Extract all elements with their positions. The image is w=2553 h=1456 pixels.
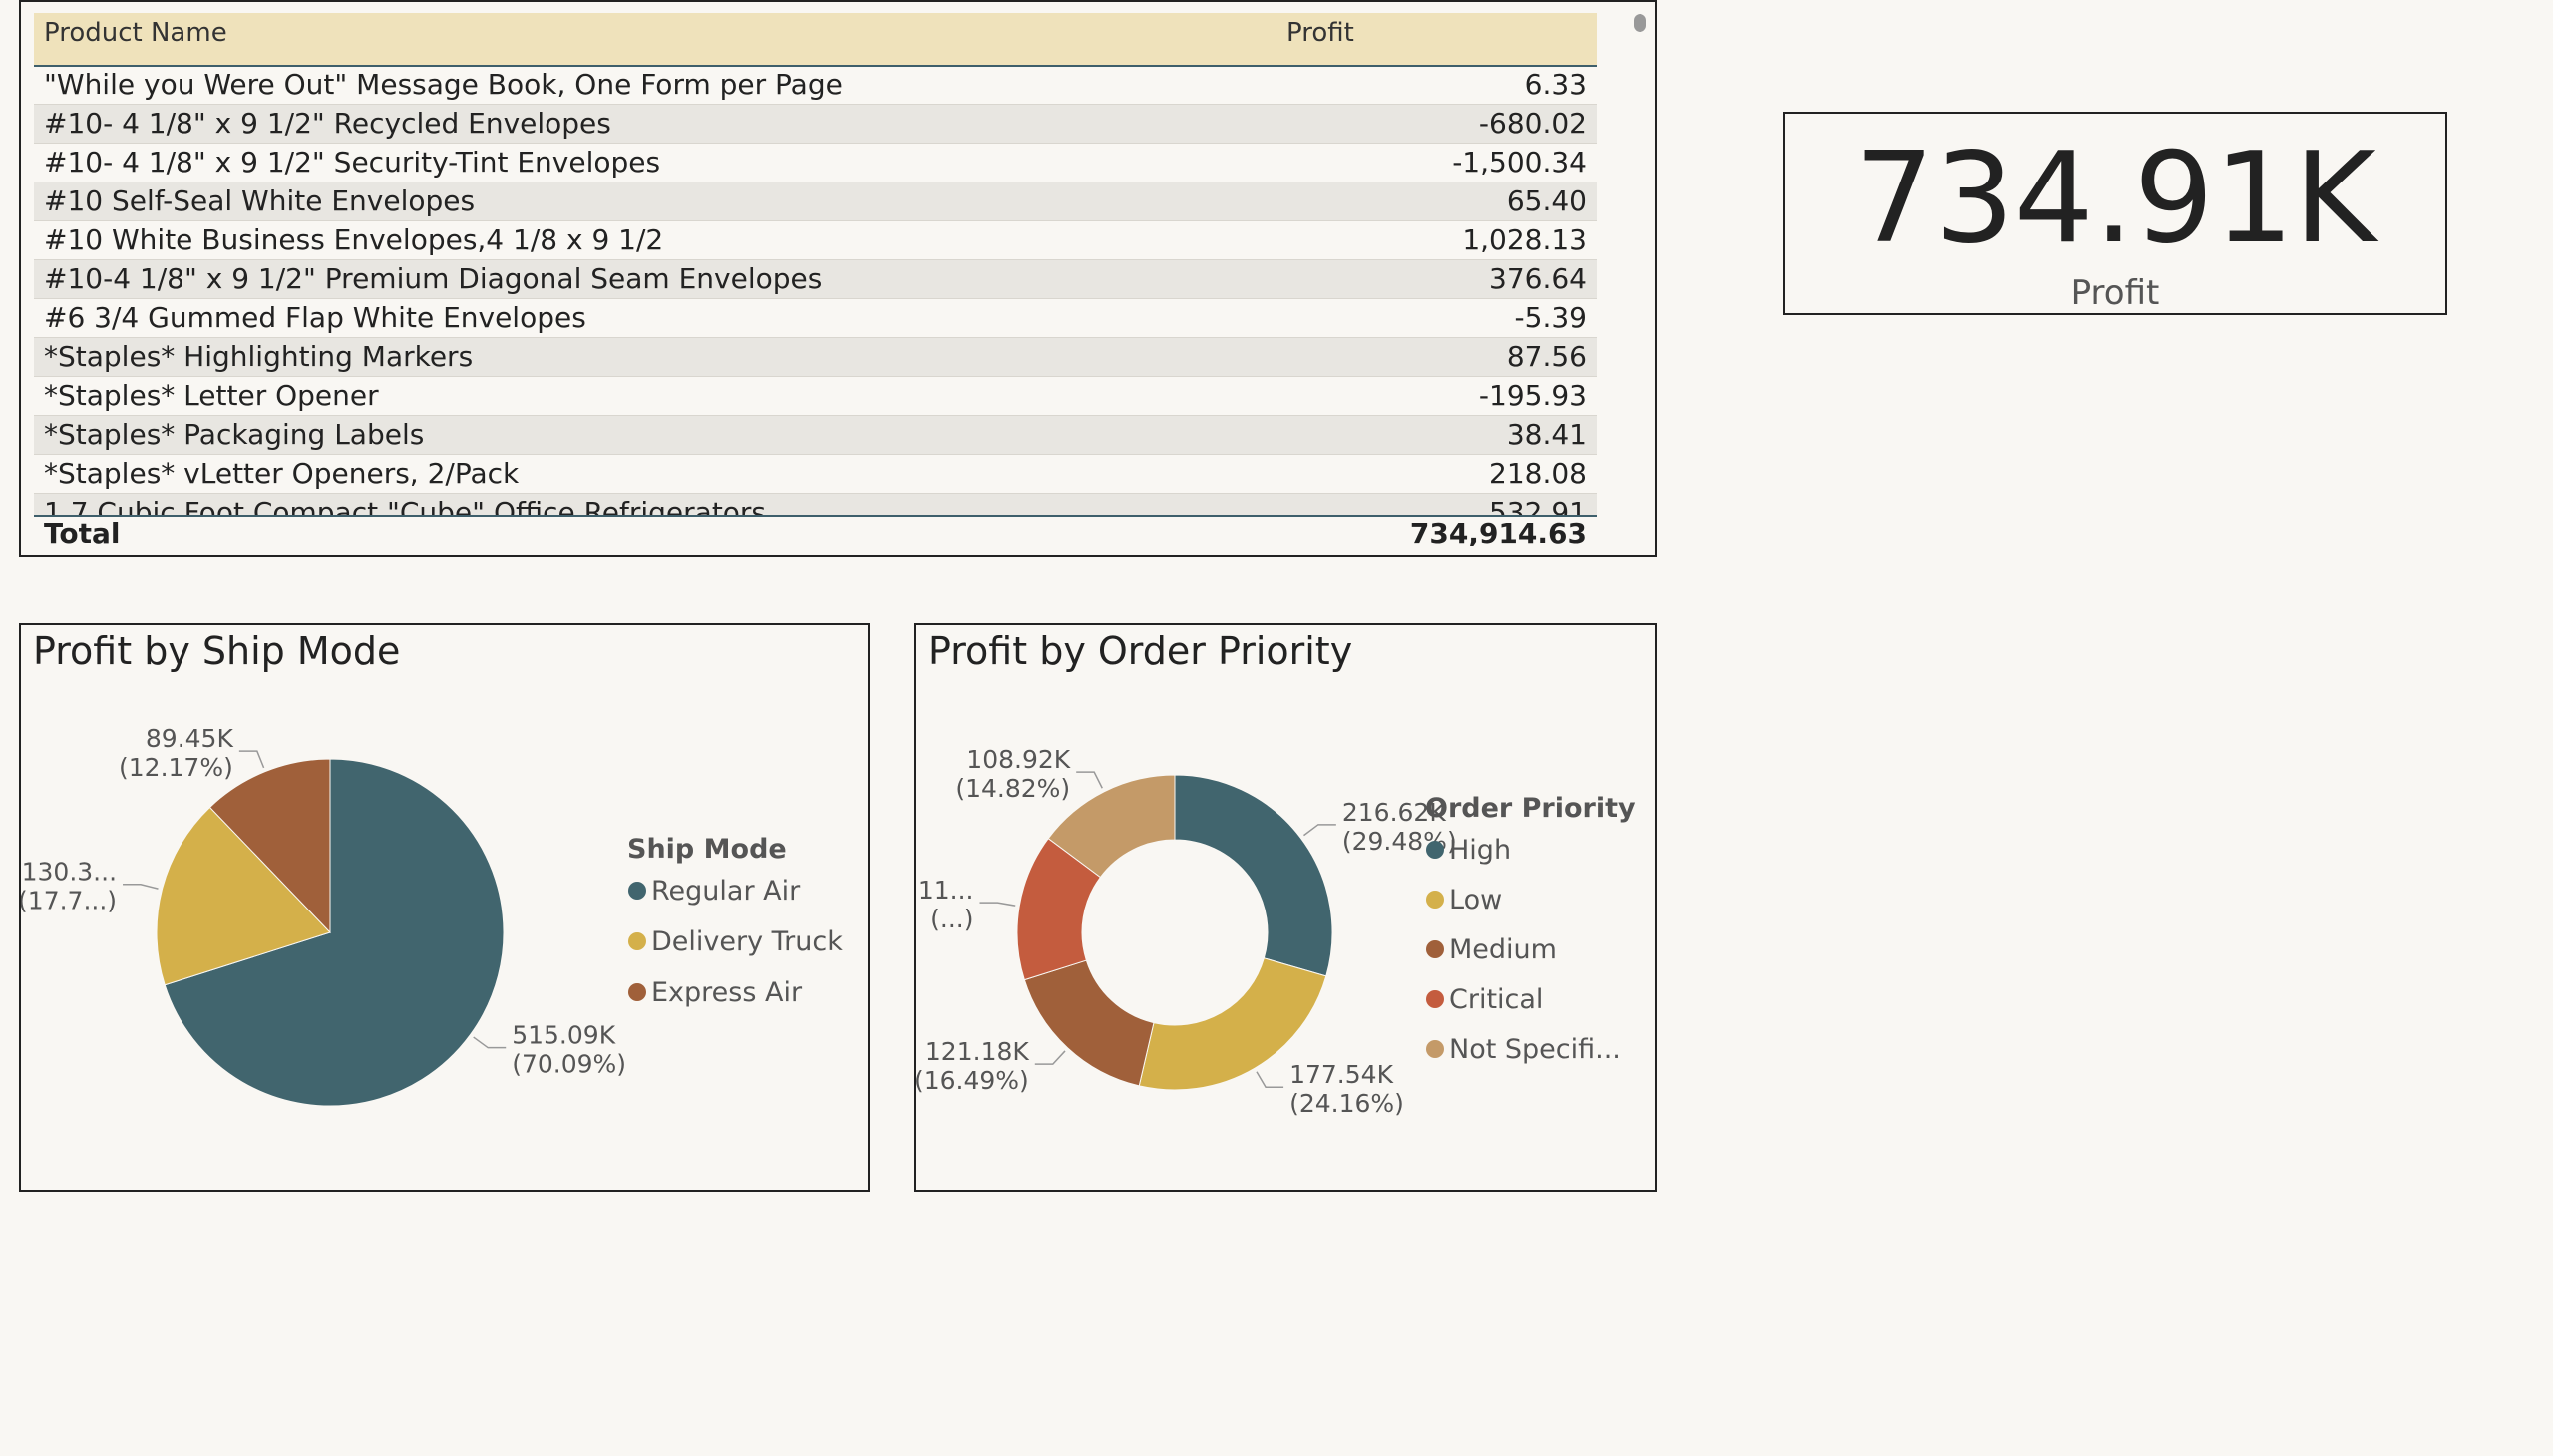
- profit-card[interactable]: 734.91K Profit: [1783, 112, 2447, 315]
- ship-mode-pie-chart[interactable]: 515.09K(70.09%) 130.3...(17.7...) 89.45K(1…: [21, 625, 868, 1190]
- profit-cell: -1,500.34: [1452, 146, 1587, 179]
- legend-marker[interactable]: [628, 932, 646, 950]
- product-name-cell: #10- 4 1/8" x 9 1/2" Security-Tint Envel…: [44, 146, 661, 179]
- profit-cell: 87.56: [1506, 340, 1587, 373]
- data-label: 177.54K: [1289, 1060, 1393, 1089]
- kpi-label: Profit: [2070, 273, 2160, 313]
- legend-title: Ship Mode: [627, 834, 787, 865]
- data-label: (14.82%): [955, 774, 1070, 803]
- profit-cell: 376.64: [1489, 262, 1587, 295]
- total-value: 734,914.63: [1409, 517, 1587, 549]
- column-header-product-name[interactable]: Product Name: [44, 18, 227, 48]
- table-row[interactable]: *Staples* Packaging Labels 38.41: [34, 416, 1597, 455]
- legend-item[interactable]: Medium: [1449, 934, 1557, 965]
- slice-medium[interactable]: [1023, 959, 1155, 1087]
- legend-marker[interactable]: [1426, 1040, 1444, 1058]
- data-label: (17.7...): [21, 887, 117, 915]
- legend-item[interactable]: Critical: [1449, 984, 1543, 1015]
- product-name-cell: "While you Were Out" Message Book, One F…: [44, 68, 843, 101]
- product-name-cell: #10 Self-Seal White Envelopes: [44, 184, 476, 217]
- product-profit-table[interactable]: Product Name Profit "While you Were Out"…: [19, 0, 1657, 557]
- legend-title: Order Priority: [1425, 793, 1636, 824]
- legend-item[interactable]: Regular Air: [651, 876, 801, 907]
- product-name-cell: *Staples* Highlighting Markers: [44, 340, 474, 373]
- table-row[interactable]: *Staples* vLetter Openers, 2/Pack 218.08: [34, 455, 1597, 494]
- table-row[interactable]: #10-4 1/8" x 9 1/2" Premium Diagonal Sea…: [34, 260, 1597, 299]
- profit-cell: -680.02: [1478, 107, 1587, 140]
- data-label: (70.09%): [512, 1050, 626, 1079]
- legend-item[interactable]: Not Specifi...: [1449, 1034, 1621, 1065]
- profit-cell: 218.08: [1489, 457, 1587, 490]
- legend-marker[interactable]: [1426, 940, 1444, 958]
- legend-marker[interactable]: [1426, 891, 1444, 909]
- profit-cell: 38.41: [1506, 418, 1587, 451]
- legend-marker[interactable]: [628, 882, 646, 900]
- data-label: 121.18K: [925, 1037, 1029, 1066]
- profit-cell: -5.39: [1514, 301, 1587, 334]
- leader-line: [473, 1036, 507, 1049]
- data-label: (24.16%): [1289, 1089, 1404, 1118]
- table-row[interactable]: #6 3/4 Gummed Flap White Envelopes -5.39: [34, 299, 1597, 338]
- total-label: Total: [44, 517, 121, 549]
- leader-line: [123, 883, 159, 890]
- ship-mode-chart-panel[interactable]: Profit by Ship Mode 515.09K (70.09%) 130.3…: [19, 623, 870, 1192]
- leader-line: [1256, 1071, 1284, 1088]
- table-total-row: Total 734,914.63: [34, 516, 1597, 551]
- data-label: 130.3...: [22, 858, 117, 887]
- product-name-cell: *Staples* Packaging Labels: [44, 418, 425, 451]
- product-name-cell: #10- 4 1/8" x 9 1/2" Recycled Envelopes: [44, 107, 611, 140]
- profit-cell: 6.33: [1524, 68, 1587, 101]
- table-row[interactable]: 1.7 Cubic Foot Compact "Cube" Office Ref…: [34, 494, 1597, 515]
- data-label: 515.09K: [512, 1021, 615, 1050]
- data-label: (16.49%): [916, 1066, 1029, 1095]
- table-row[interactable]: #10 White Business Envelopes,4 1/8 x 9 1…: [34, 221, 1597, 260]
- data-label: 89.45K: [146, 724, 234, 753]
- table-row[interactable]: "While you Were Out" Message Book, One F…: [34, 66, 1597, 105]
- product-name-cell: #10 White Business Envelopes,4 1/8 x 9 1…: [44, 223, 664, 256]
- leader-line: [979, 902, 1016, 907]
- leader-line: [1034, 1050, 1066, 1065]
- product-name-cell: 1.7 Cubic Foot Compact "Cube" Office Ref…: [44, 496, 767, 515]
- legend-item[interactable]: Delivery Truck: [651, 926, 843, 957]
- product-name-cell: *Staples* Letter Opener: [44, 379, 379, 412]
- order-priority-donut-chart[interactable]: 216.62K(29.48%)177.54K(24.16%)121.18K(16…: [916, 625, 1655, 1190]
- leader-line: [238, 750, 265, 769]
- table-row[interactable]: #10 Self-Seal White Envelopes 65.40: [34, 182, 1597, 221]
- legend-item[interactable]: Express Air: [651, 977, 803, 1008]
- legend-marker[interactable]: [1426, 841, 1444, 859]
- legend-item[interactable]: High: [1449, 835, 1511, 866]
- table-body[interactable]: "While you Were Out" Message Book, One F…: [34, 66, 1597, 515]
- leader-line: [1076, 771, 1103, 789]
- order-priority-chart-panel[interactable]: Profit by Order Priority 216.62K (29.48%)…: [914, 623, 1657, 1192]
- slice-high[interactable]: [1174, 774, 1333, 977]
- table-header: Product Name Profit: [34, 13, 1597, 67]
- data-label: (12.17%): [119, 753, 233, 782]
- legend-item[interactable]: Low: [1449, 885, 1502, 915]
- table-scrollbar[interactable]: [1634, 14, 1646, 32]
- leader-line: [1303, 824, 1336, 837]
- profit-cell: 1,028.13: [1462, 223, 1587, 256]
- profit-cell: -195.93: [1478, 379, 1587, 412]
- product-name-cell: *Staples* vLetter Openers, 2/Pack: [44, 457, 520, 490]
- legend-marker[interactable]: [1426, 990, 1444, 1008]
- profit-cell: 65.40: [1506, 184, 1587, 217]
- profit-cell: 532.91: [1489, 496, 1587, 515]
- column-header-profit[interactable]: Profit: [1286, 18, 1354, 48]
- product-name-cell: #10-4 1/8" x 9 1/2" Premium Diagonal Sea…: [44, 262, 823, 295]
- table-row[interactable]: *Staples* Highlighting Markers 87.56: [34, 338, 1597, 377]
- data-label: (...): [930, 905, 973, 933]
- data-label: 11...: [918, 876, 974, 905]
- table-row[interactable]: #10- 4 1/8" x 9 1/2" Security-Tint Envel…: [34, 144, 1597, 182]
- kpi-value: 734.91K: [1854, 125, 2376, 271]
- product-name-cell: #6 3/4 Gummed Flap White Envelopes: [44, 301, 586, 334]
- data-label: 108.92K: [966, 745, 1070, 774]
- table-row[interactable]: *Staples* Letter Opener -195.93: [34, 377, 1597, 416]
- legend-marker[interactable]: [628, 983, 646, 1001]
- table-row[interactable]: #10- 4 1/8" x 9 1/2" Recycled Envelopes -…: [34, 105, 1597, 144]
